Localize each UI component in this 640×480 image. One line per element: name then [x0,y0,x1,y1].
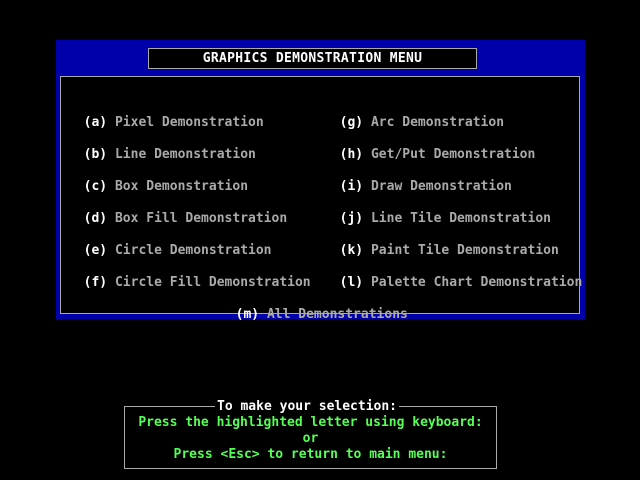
menu-item-label: Palette Chart Demonstration [370,275,583,290]
help-title: To make your selection: [215,399,400,415]
menu-item-key: (a) [83,115,108,130]
menu-item-label: Draw Demonstration [370,179,512,194]
menu-item-key: (h) [339,147,364,162]
menu-item-line[interactable]: (b) Line Demonstration [68,131,256,163]
menu-item-key: (i) [339,179,364,194]
menu-item-key: (f) [83,275,108,290]
menu-item-key: (b) [83,147,108,162]
help-line-or: or [302,431,319,446]
menu-item-all[interactable]: (m) All Demonstrations [220,291,408,323]
menu-item-label: Get/Put Demonstration [370,147,536,162]
menu-item-key: (m) [235,307,260,322]
menu-item-label: Line Demonstration [114,147,256,162]
menu-item-label: Line Tile Demonstration [370,211,551,226]
menu-item-key: (d) [83,211,108,226]
menu-item-label: All Demonstrations [266,307,408,322]
help-line-esc: Press <Esc> to return to main menu: [173,447,448,462]
menu-item-palette-chart[interactable]: (l) Palette Chart Demonstration [324,259,583,291]
menu-item-key: (g) [339,115,364,130]
menu-title: GRAPHICS DEMONSTRATION MENU [148,48,477,69]
menu-item-circle[interactable]: (e) Circle Demonstration [68,227,272,259]
menu-item-box-fill[interactable]: (d) Box Fill Demonstration [68,195,288,227]
menu-item-label: Box Demonstration [114,179,249,194]
menu-item-paint-tile[interactable]: (k) Paint Tile Demonstration [324,227,559,259]
menu-item-line-tile[interactable]: (j) Line Tile Demonstration [324,195,551,227]
menu-item-label: Arc Demonstration [370,115,505,130]
menu-item-label: Circle Demonstration [114,243,272,258]
menu-item-draw[interactable]: (i) Draw Demonstration [324,163,512,195]
menu-item-box[interactable]: (c) Box Demonstration [68,163,248,195]
menu-item-label: Box Fill Demonstration [114,211,288,226]
menu-item-key: (l) [339,275,364,290]
menu-item-label: Circle Fill Demonstration [114,275,311,290]
menu-item-get-put[interactable]: (h) Get/Put Demonstration [324,131,536,163]
menu-item-label: Paint Tile Demonstration [370,243,559,258]
menu-item-arc[interactable]: (g) Arc Demonstration [324,99,504,131]
menu-item-key: (e) [83,243,108,258]
menu-item-pixel[interactable]: (a) Pixel Demonstration [68,99,264,131]
menu-item-label: Pixel Demonstration [114,115,264,130]
menu-item-circle-fill[interactable]: (f) Circle Fill Demonstration [68,259,311,291]
menu-item-key: (k) [339,243,364,258]
help-line-keyboard: Press the highlighted letter using keybo… [138,415,483,430]
menu-item-key: (c) [83,179,108,194]
menu-item-key: (j) [339,211,364,226]
